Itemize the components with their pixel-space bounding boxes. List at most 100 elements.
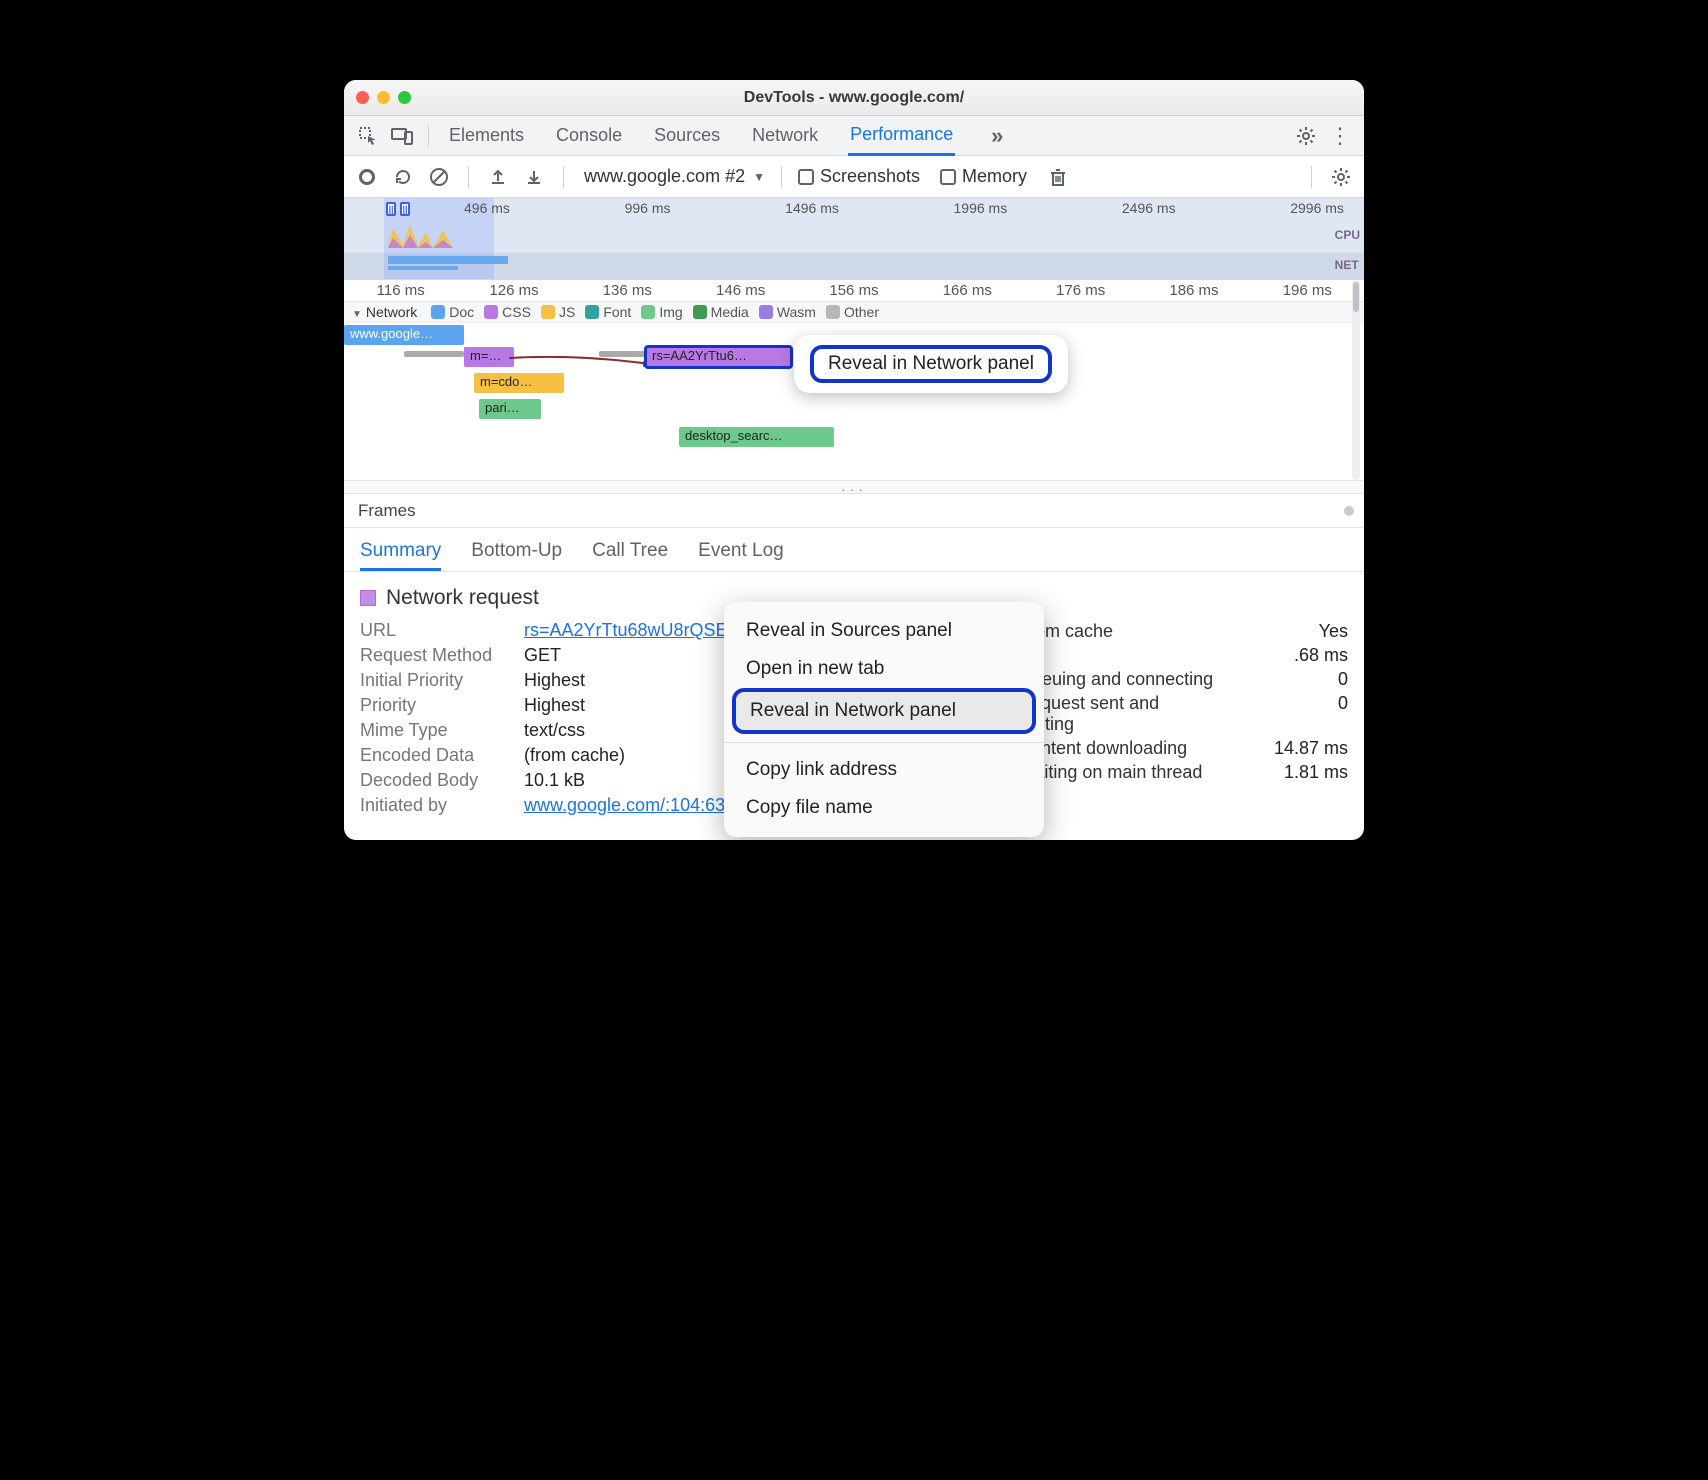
mime-value: text/css [524, 720, 585, 741]
separator [781, 166, 782, 188]
network-bar-doc[interactable]: www.google… [344, 325, 464, 345]
network-bar-img[interactable]: desktop_searc… [679, 427, 834, 447]
tick-label: 146 ms [684, 282, 797, 299]
context-menu: Reveal in Sources panel Open in new tab … [724, 602, 1044, 837]
network-track-header[interactable]: ▼ Network Doc CSS JS Font Img Media Wasm … [344, 302, 1364, 323]
network-bar-js[interactable]: m=cdo… [474, 373, 564, 393]
menu-open-new-tab[interactable]: Open in new tab [724, 650, 1044, 688]
menu-copy-filename[interactable]: Copy file name [724, 789, 1044, 827]
decoded-value: 10.1 kB [524, 770, 585, 791]
tick-label: 176 ms [1024, 282, 1137, 299]
reveal-tooltip-text: Reveal in Network panel [810, 345, 1052, 383]
disclosure-triangle-icon: ▼ [352, 309, 362, 320]
kebab-menu-icon[interactable]: ⋮ [1326, 122, 1354, 150]
tick-label: 2496 ms [1122, 200, 1176, 216]
menu-reveal-network[interactable]: Reveal in Network panel [732, 688, 1036, 734]
sent-value: 0 [1338, 693, 1348, 735]
tick-label: 2996 ms [1290, 200, 1344, 216]
priority-label: Priority [360, 695, 510, 716]
initiated-link[interactable]: www.google.com/:104:63 [524, 795, 725, 816]
panel-resize-handle[interactable]: ··· [344, 480, 1364, 494]
download-profile-icon[interactable] [521, 164, 547, 190]
tick-label: 186 ms [1137, 282, 1250, 299]
separator [1311, 166, 1312, 188]
fullscreen-window-button[interactable] [398, 91, 411, 104]
network-legend: Doc CSS JS Font Img Media Wasm Other [431, 304, 879, 320]
checkbox-icon [798, 169, 814, 185]
device-toggle-icon[interactable] [388, 122, 416, 150]
tab-sources[interactable]: Sources [652, 117, 722, 154]
tab-network[interactable]: Network [750, 117, 820, 154]
screenshots-checkbox[interactable]: Screenshots [798, 166, 920, 187]
profile-selector[interactable]: www.google.com #2 ▼ [584, 166, 765, 187]
request-method-label: Request Method [360, 645, 510, 666]
legend-swatch [693, 305, 707, 319]
menu-copy-link[interactable]: Copy link address [724, 751, 1044, 789]
legend-swatch [431, 305, 445, 319]
request-method-value: GET [524, 645, 561, 666]
memory-checkbox[interactable]: Memory [940, 166, 1027, 187]
tick-label: 166 ms [911, 282, 1024, 299]
net-overview-bar [388, 256, 508, 264]
flame-ruler: 116 ms 126 ms 136 ms 146 ms 156 ms 166 m… [344, 280, 1364, 302]
network-track-label: Network [366, 304, 417, 320]
url-label: URL [360, 620, 510, 641]
checkbox-icon [940, 169, 956, 185]
frames-label: Frames [358, 501, 416, 521]
tick-label: 1996 ms [954, 200, 1008, 216]
network-bar-img[interactable]: pari… [479, 399, 541, 419]
profile-label: www.google.com #2 [584, 166, 745, 187]
menu-reveal-sources[interactable]: Reveal in Sources panel [724, 612, 1044, 650]
flame-chart[interactable]: 116 ms 126 ms 136 ms 146 ms 156 ms 166 m… [344, 280, 1364, 480]
settings-icon[interactable] [1292, 122, 1320, 150]
legend-label: JS [559, 304, 575, 320]
network-thin-bar [404, 351, 464, 357]
vertical-scrollbar[interactable] [1352, 280, 1360, 480]
record-button[interactable] [354, 164, 380, 190]
screenshots-label: Screenshots [820, 166, 920, 187]
network-bar-css[interactable]: m=… [464, 347, 514, 367]
legend-label: Img [659, 304, 682, 320]
legend-label: Media [711, 304, 749, 320]
frames-track-header[interactable]: Frames [344, 494, 1364, 528]
detail-tab-call-tree[interactable]: Call Tree [592, 534, 668, 571]
detail-tab-bottom-up[interactable]: Bottom-Up [471, 534, 562, 571]
devtools-window: DevTools - www.google.com/ Elements Cons… [344, 80, 1364, 840]
tick-label: 136 ms [571, 282, 684, 299]
network-thin-bar [599, 351, 649, 357]
upload-profile-icon[interactable] [485, 164, 511, 190]
performance-toolbar: www.google.com #2 ▼ Screenshots Memory [344, 156, 1364, 198]
mainthread-label: Waiting on main thread [1018, 762, 1202, 783]
summary-heading-text: Network request [386, 586, 539, 610]
detail-tab-summary[interactable]: Summary [360, 534, 441, 571]
initiated-label: Initiated by [360, 795, 510, 816]
legend-label: Doc [449, 304, 474, 320]
clear-button[interactable] [426, 164, 452, 190]
tab-console[interactable]: Console [554, 117, 624, 154]
duration-value: .68 ms [1294, 645, 1348, 666]
network-bar-selected[interactable]: rs=AA2YrTtu6… [646, 347, 791, 367]
separator [428, 125, 429, 147]
tab-elements[interactable]: Elements [447, 117, 526, 154]
summary-panel: Network request URL rs=AA2YrTtu68wU8rQSE… [344, 572, 1364, 840]
more-tabs-icon[interactable]: » [983, 122, 1011, 150]
tab-performance[interactable]: Performance [848, 116, 955, 156]
cpu-axis-label: CPU [1335, 228, 1360, 242]
timing-column: From cache Yes .68 ms Queuing and connec… [1018, 618, 1348, 786]
queuing-value: 0 [1338, 669, 1348, 690]
encoded-value: (from cache) [524, 745, 625, 766]
content-value: 14.87 ms [1274, 738, 1348, 759]
garbage-collect-icon[interactable] [1045, 164, 1071, 190]
track-indicator-icon [1344, 506, 1354, 516]
close-window-button[interactable] [356, 91, 369, 104]
minimize-window-button[interactable] [377, 91, 390, 104]
timeline-overview[interactable]: |||| 496 ms 996 ms 1496 ms 1996 ms 2496 … [344, 198, 1364, 280]
legend-label: Other [844, 304, 879, 320]
detail-tab-event-log[interactable]: Event Log [698, 534, 784, 571]
reload-record-button[interactable] [390, 164, 416, 190]
window-title: DevTools - www.google.com/ [344, 89, 1364, 107]
queuing-label: Queuing and connecting [1018, 669, 1213, 690]
inspect-icon[interactable] [354, 122, 382, 150]
priority-value: Highest [524, 695, 585, 716]
capture-settings-icon[interactable] [1328, 164, 1354, 190]
